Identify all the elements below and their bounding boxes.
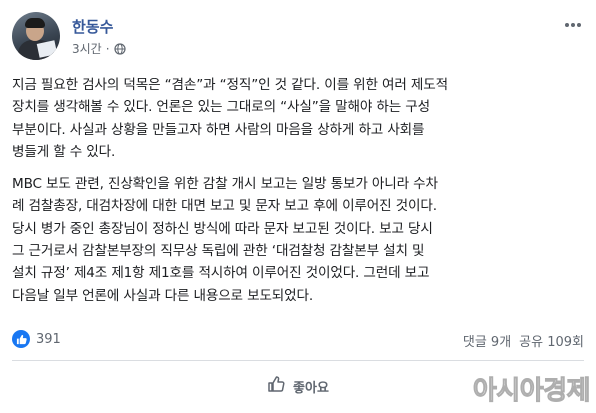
- divider: [12, 360, 584, 361]
- avatar-hair: [25, 18, 45, 28]
- more-options-icon[interactable]: [562, 14, 584, 36]
- thumbs-up-icon: [12, 330, 30, 348]
- reaction-summary[interactable]: 391: [12, 330, 61, 348]
- globe-icon[interactable]: [113, 42, 126, 55]
- facebook-post-card: 한동수 3시간 · 지금 필요한 검사의 덕목은 “겸손”과 “정직”인 것 같…: [0, 0, 596, 413]
- like-label: 좋아요: [293, 380, 329, 396]
- like-outline-icon: [267, 375, 285, 397]
- post-body: 지금 필요한 검사의 덕목은 “겸손”과 “정직”인 것 같다. 이를 위한 여…: [12, 74, 580, 317]
- author-name[interactable]: 한동수: [72, 16, 113, 37]
- engagement-counts: 댓글 9개 공유 109회: [463, 331, 584, 350]
- post-paragraph: MBC 보도 관련, 진상확인을 위한 감찰 개시 보고는 일방 통보가 아니라…: [12, 176, 438, 304]
- meta-separator: ·: [105, 41, 110, 56]
- watermark: 아시아경제: [472, 376, 591, 407]
- share-count[interactable]: 공유 109회: [519, 331, 584, 350]
- post-paragraph: 지금 필요한 검사의 덕목은 “겸손”과 “정직”인 것 같다. 이를 위한 여…: [12, 77, 448, 160]
- avatar-paper: [36, 40, 58, 58]
- reaction-count[interactable]: 391: [36, 332, 61, 347]
- comment-count[interactable]: 댓글 9개: [463, 331, 511, 350]
- post-timestamp[interactable]: 3시간: [72, 40, 102, 57]
- post-meta: 3시간 ·: [72, 40, 126, 57]
- avatar[interactable]: [12, 12, 60, 60]
